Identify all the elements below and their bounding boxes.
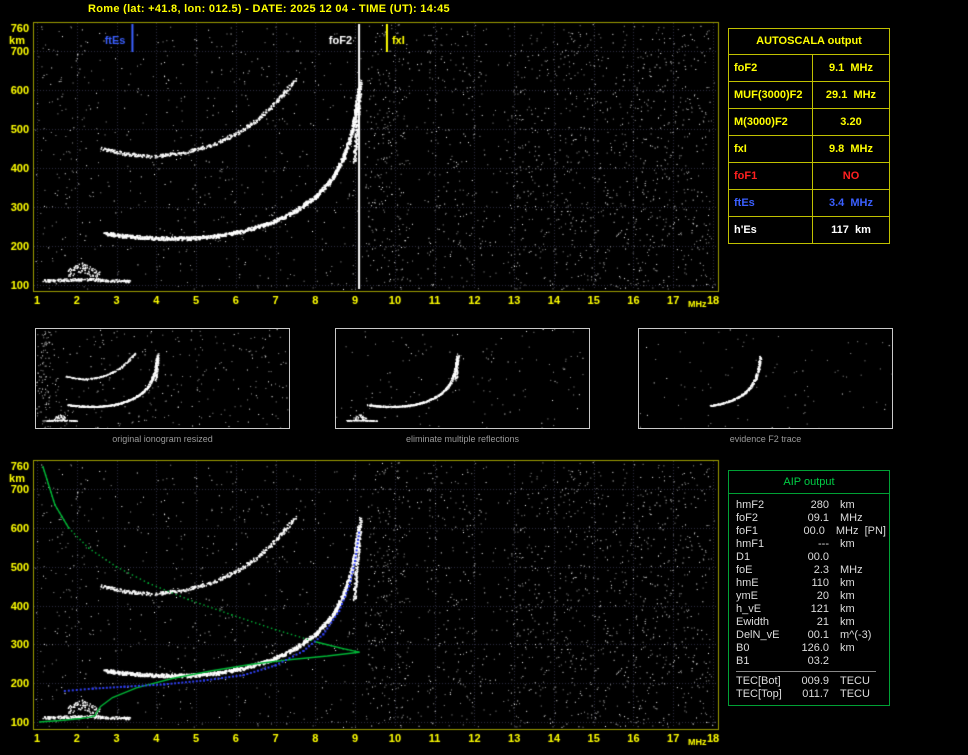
aip-param-value: 00.0 xyxy=(803,525,825,537)
thumb-caption-original: original ionogram resized xyxy=(112,434,213,444)
autoscala-param-value: 3.4 MHz xyxy=(828,197,873,209)
autoscala-param-value: NO xyxy=(842,170,860,182)
aip-param-unit xyxy=(829,655,840,668)
aip-param-value: 009.9 xyxy=(801,675,829,687)
aip-param-value: 03.2 xyxy=(807,655,829,667)
aip-row-tecbot: TEC[Bot] 009.9 TECU xyxy=(736,675,886,688)
aip-row-fof2: foF2 09.1 MHz xyxy=(736,512,886,525)
aip-row-fof1: foF1 00.0 MHz [PN] xyxy=(736,525,886,538)
aip-param-name: hmF2 xyxy=(736,499,765,511)
autoscala-param-value: 29.1 MHz xyxy=(825,89,877,101)
aip-row-foe: foE 2.3 MHz xyxy=(736,564,886,577)
aip-param-value: 21 xyxy=(816,616,829,628)
autoscala-row-ftes: ftEs 3.4 MHz xyxy=(729,190,889,217)
aip-param-value: 00.0 xyxy=(807,551,829,563)
thumb-original-ionogram xyxy=(35,328,290,429)
aip-row-tectop: TEC[Top] 011.7 TECU xyxy=(736,688,886,701)
aip-table-title: AIP output xyxy=(729,471,889,494)
aip-param-name: B0 xyxy=(736,642,750,654)
autoscala-param-value: 117 km xyxy=(831,224,871,236)
autoscala-param-label: MUF(3000)F2 xyxy=(729,82,813,108)
aip-param-value: 121 xyxy=(810,603,829,615)
autoscala-param-label: foF2 xyxy=(729,55,813,81)
aip-param-name: h_vE xyxy=(736,603,762,615)
aip-row-hve: h_vE 121 km xyxy=(736,603,886,616)
aip-param-name: foE xyxy=(736,564,753,576)
aip-param-unit: km xyxy=(840,603,855,615)
autoscala-row-fof2: foF2 9.1 MHz xyxy=(729,55,889,82)
aip-param-value: 09.1 xyxy=(807,512,829,524)
aip-param-name: TEC[Bot] xyxy=(736,675,781,687)
aip-row-b0: B0 126.0 km xyxy=(736,642,886,655)
aip-param-unit: MHz xyxy=(840,564,863,576)
aip-param-unit: TECU xyxy=(840,675,870,687)
aip-param-name: ymE xyxy=(736,590,758,602)
aip-row-yme: ymE 20 km xyxy=(736,590,886,603)
aip-param-unit: km xyxy=(840,577,855,589)
autoscala-param-label: M(3000)F2 xyxy=(729,109,813,135)
aip-param-unit: TECU xyxy=(840,688,870,700)
aip-param-name: D1 xyxy=(736,551,751,563)
aip-param-unit: km xyxy=(840,642,855,654)
thumb-evidence-f2-trace xyxy=(638,328,893,429)
aip-param-value: 280 xyxy=(810,499,829,511)
aip-param-unit: m^(-3) xyxy=(840,629,872,641)
autoscala-row-hes: h'Es 117 km xyxy=(729,217,889,243)
aip-param-unit: km xyxy=(840,499,855,511)
bottom-ionogram-plot-with-profile xyxy=(0,452,730,752)
aip-row-ewidth: Ewidth 21 km xyxy=(736,616,886,629)
autoscala-param-label: h'Es xyxy=(729,217,813,243)
autoscala-table-title: AUTOSCALA output xyxy=(729,29,889,55)
autoscala-param-value: 3.20 xyxy=(840,116,862,128)
aip-param-unit xyxy=(829,551,840,564)
aip-row-hmf1: hmF1 --- km xyxy=(736,538,886,551)
aip-param-unit: MHz [PN] xyxy=(835,525,886,537)
thumb-caption-eliminate: eliminate multiple reflections xyxy=(405,434,520,444)
thumb-eliminate-reflections xyxy=(335,328,590,429)
aip-param-unit: km xyxy=(840,590,855,602)
aip-param-name: TEC[Top] xyxy=(736,688,782,700)
aip-row-d1: D1 00.0 xyxy=(736,551,886,564)
autoscala-param-label: foF1 xyxy=(729,163,813,189)
aip-param-name: B1 xyxy=(736,655,750,667)
aip-param-name: hmE xyxy=(736,577,759,589)
aip-row-b1: B1 03.2 xyxy=(736,655,886,668)
autoscala-row-fxi: fxI 9.8 MHz xyxy=(729,136,889,163)
aip-param-unit: km xyxy=(840,616,855,628)
aip-row-hme: hmE 110 km xyxy=(736,577,886,590)
aip-param-unit: MHz xyxy=(840,512,863,524)
autoscala-param-label: fxI xyxy=(729,136,813,162)
aip-separator xyxy=(736,671,876,672)
aip-table-rows: hmF2 280 km foF2 09.1 MHz foF1 00.0 MHz [PN] hmF1… xyxy=(729,494,889,705)
autoscala-table-rows: foF2 9.1 MHz MUF(3000)F2 29.1 MHz M(3000)F2 3… xyxy=(729,55,889,243)
aip-param-name: Ewidth xyxy=(736,616,770,628)
aip-param-unit: km xyxy=(840,538,855,550)
aip-param-value: 00.1 xyxy=(807,629,829,641)
thumb-caption-evidence: evidence F2 trace xyxy=(729,434,802,444)
aip-param-value: 110 xyxy=(811,577,829,589)
autoscala-row-muf3000f2: MUF(3000)F2 29.1 MHz xyxy=(729,82,889,109)
autoscala-param-value: 9.1 MHz xyxy=(828,62,873,74)
aip-param-value: 011.7 xyxy=(802,688,829,700)
autoscala-param-label: ftEs xyxy=(729,190,813,216)
autoscala-row-fof1: foF1 NO xyxy=(729,163,889,190)
autoscala-screen: Rome (lat: +41.8, lon: 012.5) - DATE: 20… xyxy=(0,0,968,755)
aip-output-table: AIP output hmF2 280 km foF2 09.1 MHz foF1 00.0 M… xyxy=(728,470,890,706)
autoscala-output-table: AUTOSCALA output foF2 9.1 MHz MUF(3000)F2 2… xyxy=(728,28,890,244)
aip-param-value: 20 xyxy=(816,590,829,602)
aip-param-name: foF2 xyxy=(736,512,759,524)
aip-param-value: 2.3 xyxy=(813,564,829,576)
aip-param-name: hmF1 xyxy=(736,538,765,550)
aip-row-hmf2: hmF2 280 km xyxy=(736,499,886,512)
aip-row-delnve: DelN_vE 00.1 m^(-3) xyxy=(736,629,886,642)
autoscala-row-m3000f2: M(3000)F2 3.20 xyxy=(729,109,889,136)
aip-param-name: foF1 xyxy=(736,525,759,537)
aip-param-value: 126.0 xyxy=(801,642,829,654)
autoscala-param-value: 9.8 MHz xyxy=(828,143,873,155)
aip-param-name: DelN_vE xyxy=(736,629,780,641)
top-ionogram-plot xyxy=(0,14,730,312)
aip-param-value: --- xyxy=(818,538,829,550)
